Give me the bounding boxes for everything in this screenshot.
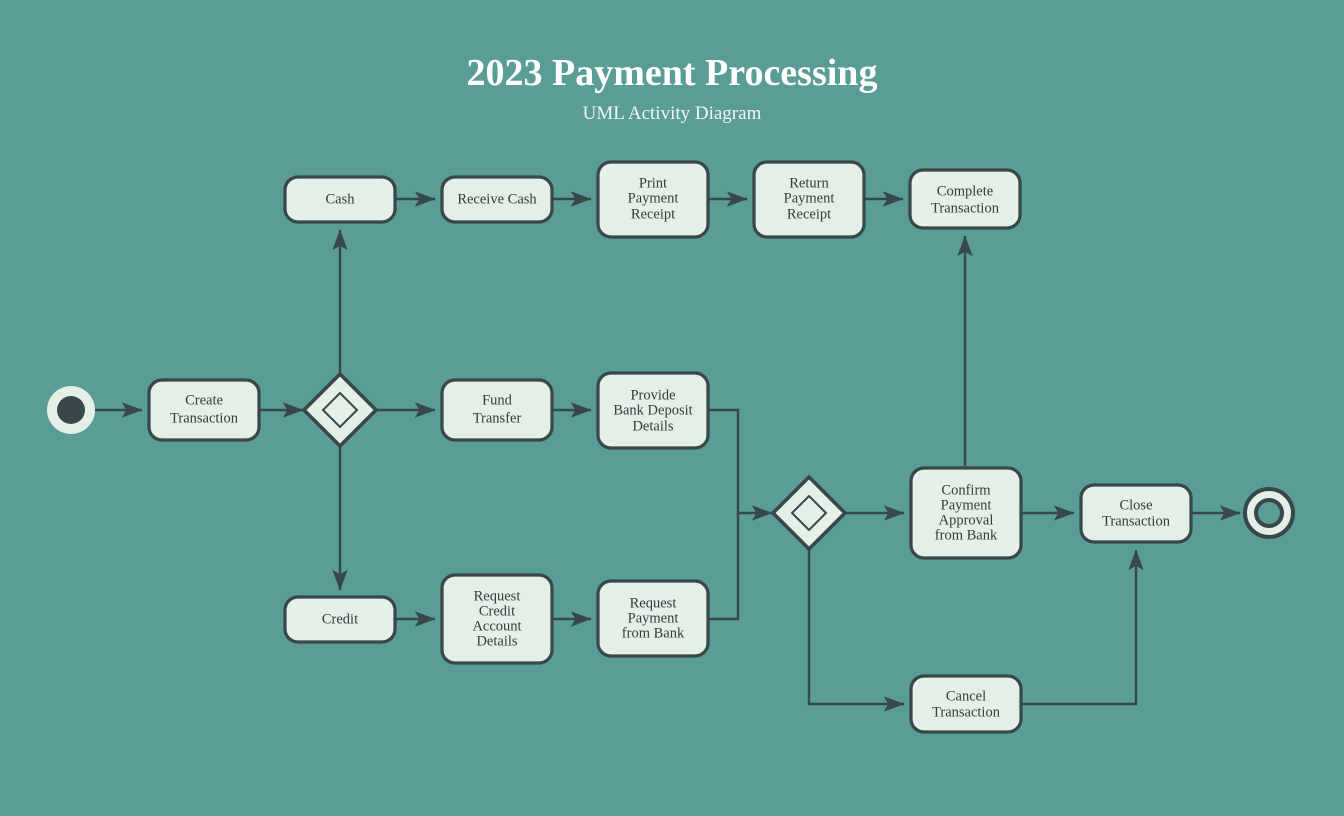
node-decision-payment-method[interactable] xyxy=(301,371,379,449)
node-request-credit-account-details[interactable]: Request Credit Account Details xyxy=(440,573,554,665)
node-label-line: Transaction xyxy=(932,704,1001,720)
node-label-line: Complete xyxy=(937,183,993,199)
node-layer: Create Transaction Cash Receive Cash Pri… xyxy=(47,160,1295,734)
node-credit[interactable]: Credit xyxy=(283,595,397,644)
node-label-line: from Bank xyxy=(935,527,998,543)
node-label-line: Cancel xyxy=(946,688,986,704)
decision-diamond-outer-icon xyxy=(301,371,379,449)
node-label-line: Transfer xyxy=(473,410,522,426)
node-label-line: Bank Deposit xyxy=(613,402,692,418)
node-label-line: Details xyxy=(632,418,673,434)
node-cancel-transaction[interactable]: Cancel Transaction xyxy=(909,674,1023,734)
node-cash[interactable]: Cash xyxy=(283,175,397,224)
node-label-line: Confirm xyxy=(941,482,991,498)
node-label-line: Create xyxy=(185,392,223,408)
node-receive-cash[interactable]: Receive Cash xyxy=(440,175,554,224)
node-complete-transaction[interactable]: Complete Transaction xyxy=(908,168,1022,230)
node-label-line: Account xyxy=(472,618,521,634)
node-request-payment-from-bank[interactable]: Request Payment from Bank xyxy=(596,579,710,658)
edge-request-payment-to-decision2 xyxy=(708,513,740,621)
node-return-payment-receipt[interactable]: Return Payment Receipt xyxy=(752,160,866,239)
edge-cancel-to-close xyxy=(1021,549,1144,706)
node-label-line: Provide xyxy=(630,387,675,403)
node-label-line: Receipt xyxy=(787,206,831,222)
node-confirm-payment-approval-from-bank[interactable]: Confirm Payment Approval from Bank xyxy=(909,466,1023,560)
node-fund-transfer[interactable]: Fund Transfer xyxy=(440,378,554,442)
node-label-line: Cash xyxy=(326,191,356,207)
node-label-line: Payment xyxy=(628,610,679,626)
node-label-line: Details xyxy=(476,633,517,649)
node-label-line: Request xyxy=(474,588,521,604)
node-label-line: from Bank xyxy=(622,625,685,641)
node-label-line: Receive Cash xyxy=(457,191,537,207)
edge-decision2-to-cancel xyxy=(807,550,905,712)
node-label-line: Approval xyxy=(939,512,994,528)
page-title: 2023 Payment Processing xyxy=(467,52,878,94)
node-label-line: Close xyxy=(1119,497,1152,513)
node-label-line: Credit xyxy=(322,611,358,627)
node-label-line: Transaction xyxy=(170,410,239,426)
node-label-line: Payment xyxy=(628,190,679,206)
diagram-canvas: 2023 Payment Processing UML Activity Dia… xyxy=(0,0,1344,816)
node-end[interactable] xyxy=(1243,487,1295,539)
node-label-line: Credit xyxy=(479,603,515,619)
node-label-line: Transaction xyxy=(1102,513,1171,529)
node-label-line: Fund xyxy=(482,392,513,408)
node-create-transaction[interactable]: Create Transaction xyxy=(147,378,261,442)
node-label-line: Transaction xyxy=(931,200,1000,216)
node-print-payment-receipt[interactable]: Print Payment Receipt xyxy=(596,160,710,239)
node-label-line: Receipt xyxy=(631,206,675,222)
uml-activity-diagram: 2023 Payment Processing UML Activity Dia… xyxy=(47,52,1295,734)
node-label-line: Payment xyxy=(784,190,835,206)
node-label-line: Request xyxy=(630,595,677,611)
node-provide-bank-deposit-details[interactable]: Provide Bank Deposit Details xyxy=(596,371,710,450)
node-close-transaction[interactable]: Close Transaction xyxy=(1079,483,1193,544)
initial-node-inner-icon xyxy=(57,396,85,424)
decision-diamond-outer-icon xyxy=(770,474,848,552)
node-label-line: Return xyxy=(789,175,829,191)
node-label-line: Payment xyxy=(941,497,992,513)
page-subtitle: UML Activity Diagram xyxy=(583,103,762,124)
edge-provide-details-to-decision2 xyxy=(708,408,773,521)
node-start[interactable] xyxy=(47,386,95,434)
final-node-inner-icon xyxy=(1254,498,1284,528)
node-decision-payment-approval[interactable] xyxy=(770,474,848,552)
node-label-line: Print xyxy=(639,175,667,191)
